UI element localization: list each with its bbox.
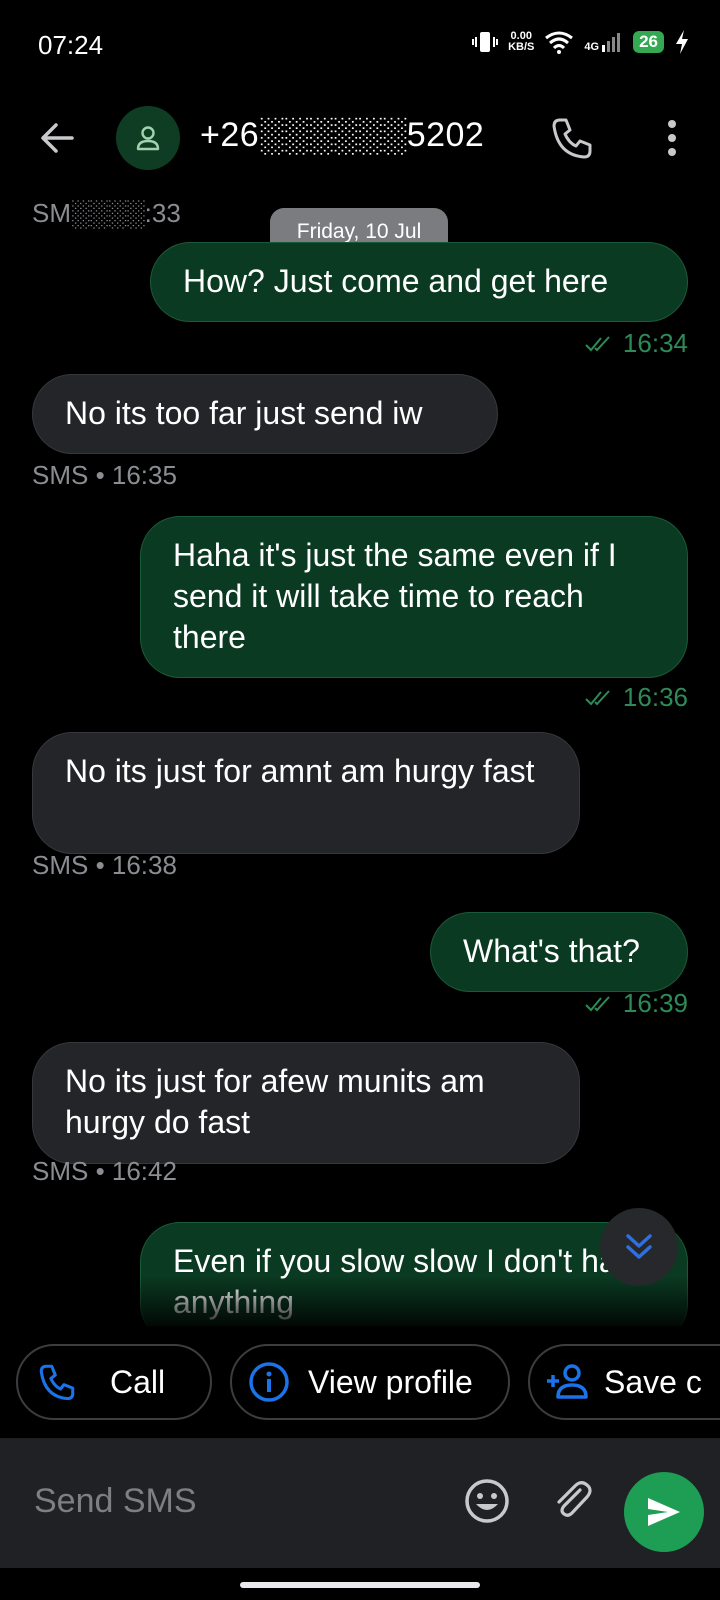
message-meta: SMS • 16:38 (32, 850, 177, 880)
send-button[interactable] (624, 1472, 704, 1552)
attach-button[interactable] (548, 1476, 598, 1526)
message-time: 16:34 (622, 328, 688, 358)
scroll-to-bottom-button[interactable] (600, 1208, 678, 1286)
phone-icon (552, 118, 592, 159)
double-check-icon (585, 335, 610, 351)
message-time: 16:36 (622, 682, 688, 712)
info-icon (249, 1362, 289, 1402)
message-time: 16:39 (622, 988, 688, 1018)
phone-icon (39, 1364, 75, 1401)
message-meta: SMS • 16:35 (32, 460, 177, 490)
vibrate-icon (472, 32, 499, 52)
double-check-icon (585, 995, 610, 1011)
network-type: 4G (584, 41, 600, 53)
message-status: 16:36 (585, 682, 688, 713)
network-speed: 0.00 KB/S (508, 30, 535, 53)
call-chip-label: Call (110, 1363, 166, 1400)
emoji-button[interactable] (462, 1476, 512, 1526)
conversation-list[interactable]: SM░░░░:33 Friday, 10 Jul How? Just come … (0, 186, 720, 1326)
battery-level: 26 (633, 31, 664, 53)
back-button[interactable] (36, 116, 80, 160)
view-profile-chip[interactable]: View profile (230, 1344, 510, 1420)
call-button[interactable] (548, 114, 596, 162)
emoji-icon (465, 1479, 509, 1523)
status-bar: 07:24 0.00 KB/S 4G 26 (0, 0, 720, 90)
outgoing-message[interactable]: Haha it's just the same even if I send i… (140, 516, 688, 678)
signal-group: 4G (584, 31, 623, 53)
person-icon (136, 126, 160, 151)
double-check-icon (585, 689, 610, 705)
message-status: 16:34 (585, 328, 688, 359)
incoming-message[interactable]: No its too far just send iw (32, 374, 498, 454)
call-chip[interactable]: Call (16, 1344, 212, 1420)
paperclip-icon (557, 1481, 592, 1517)
suggestion-chips: Call View profile Save c (0, 1340, 720, 1424)
signal-icon (602, 33, 621, 52)
incoming-message[interactable]: No its just for afew munits am hurgy do … (32, 1042, 580, 1164)
gesture-bar (240, 1582, 480, 1588)
message-input[interactable] (32, 1468, 436, 1534)
status-time: 07:24 (38, 30, 104, 60)
send-icon (648, 1498, 680, 1526)
arrow-back-icon (41, 123, 74, 153)
save-contact-chip[interactable]: Save c (528, 1344, 720, 1420)
charging-icon (676, 30, 688, 54)
message-meta: SMS • 16:42 (32, 1156, 177, 1186)
outgoing-message[interactable]: What's that? (430, 912, 688, 992)
message-meta: SM░░░░:33 (32, 198, 181, 228)
double-chevron-down-icon (626, 1234, 652, 1259)
status-icons: 0.00 KB/S 4G 26 (472, 30, 690, 54)
contact-avatar[interactable] (116, 106, 180, 170)
incoming-message[interactable]: No its just for amnt am hurgy fast (32, 732, 580, 854)
view-profile-chip-label: View profile (308, 1363, 473, 1400)
message-composer (0, 1438, 720, 1568)
add-person-icon (547, 1364, 588, 1399)
list-fade (0, 1276, 720, 1326)
app-bar: +26░░░░░░5202 (0, 90, 720, 186)
more-vert-icon (668, 120, 676, 156)
message-status: 16:39 (585, 988, 688, 1019)
save-contact-chip-label: Save c (604, 1363, 702, 1400)
contact-number[interactable]: +26░░░░░░5202 (200, 116, 484, 155)
wifi-icon (545, 31, 574, 54)
outgoing-message[interactable]: How? Just come and get here (150, 242, 688, 322)
more-options-button[interactable] (652, 114, 692, 162)
